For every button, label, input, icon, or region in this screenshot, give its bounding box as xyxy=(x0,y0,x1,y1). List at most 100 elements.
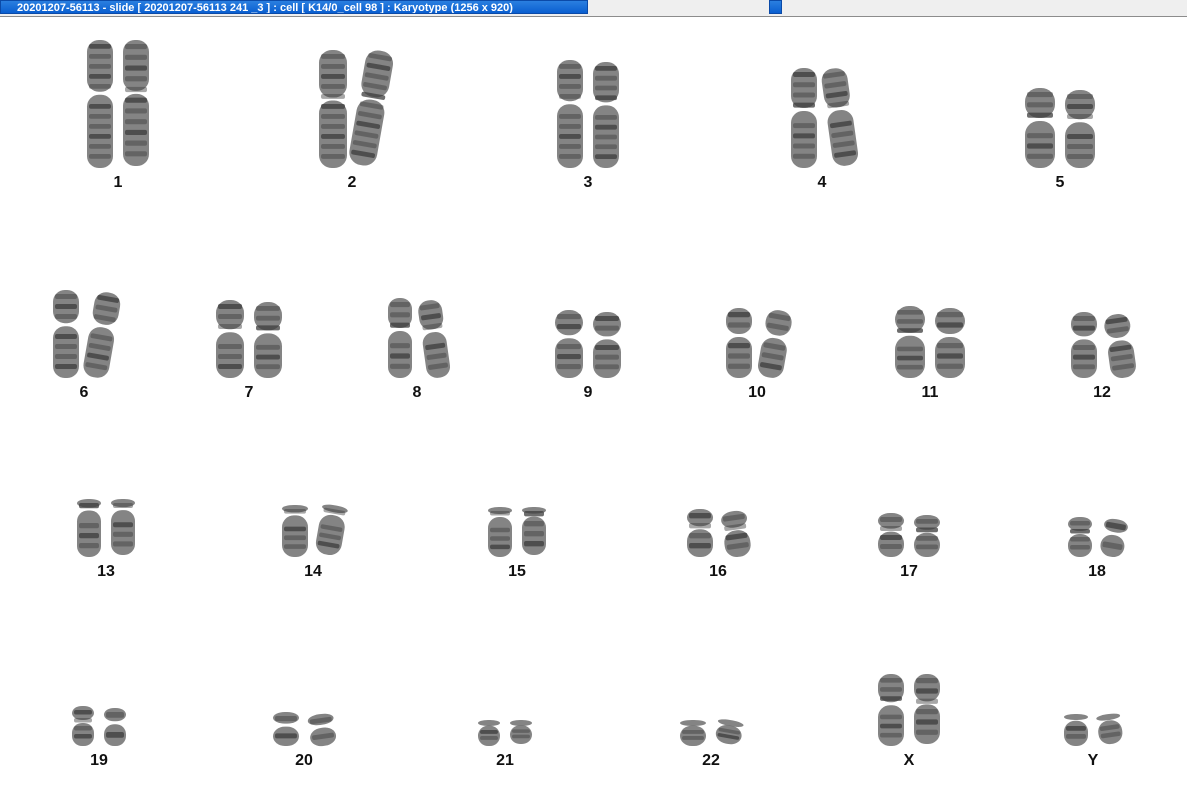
chromosome-pair[interactable]: 18 xyxy=(1056,515,1138,585)
chromatid-right xyxy=(1065,90,1095,168)
chromatid-right xyxy=(349,50,394,166)
chromosome-pair[interactable]: 8 xyxy=(376,296,458,406)
chromatid-right xyxy=(104,708,126,746)
chromosome-pair[interactable]: 5 xyxy=(1013,86,1107,196)
chromosome-pair[interactable]: 22 xyxy=(668,718,754,774)
chromatid-right xyxy=(914,674,940,744)
chromatid-left xyxy=(680,720,706,746)
chromosome-pair[interactable]: 3 xyxy=(545,58,631,196)
chromosome-pair[interactable]: 21 xyxy=(466,718,544,774)
chromosome-pair[interactable]: 4 xyxy=(779,66,865,196)
homolog-right xyxy=(83,292,121,378)
chromatid-left xyxy=(77,499,101,557)
chromosome-pair[interactable]: 17 xyxy=(866,511,952,585)
chromosome-pair-image xyxy=(273,712,337,747)
chromosome-pair-image xyxy=(680,719,744,746)
chromosome-pair[interactable]: 14 xyxy=(270,503,356,585)
chromosome-pair[interactable]: 9 xyxy=(543,308,633,406)
chromosome-pair[interactable]: 20 xyxy=(261,710,347,774)
chromatid-right xyxy=(757,310,792,378)
chromosome-pair[interactable]: 1 xyxy=(75,38,161,196)
chromosome-pair-image xyxy=(878,674,940,746)
chromatid-left xyxy=(87,40,113,168)
homolog-right xyxy=(123,40,149,166)
chromosome-pair-image xyxy=(53,290,121,378)
chromosome-pair-image xyxy=(726,308,792,378)
chromosome-label: 18 xyxy=(1088,563,1106,580)
chromatid-left xyxy=(1064,714,1088,746)
chromatid-left xyxy=(726,308,752,378)
homolog-right xyxy=(307,713,337,747)
scroll-thumb[interactable] xyxy=(769,0,782,14)
window-title-bar[interactable]: 20201207-56113 - slide [ 20201207-56113 … xyxy=(0,0,1187,17)
chromatid-right xyxy=(821,68,859,166)
chromosome-label: 19 xyxy=(90,752,108,769)
chromatid-left xyxy=(1071,312,1097,378)
window-title[interactable]: 20201207-56113 - slide [ 20201207-56113 … xyxy=(0,0,588,14)
homolog-right xyxy=(104,708,126,746)
homolog-right xyxy=(254,302,282,378)
chromatid-left xyxy=(557,60,583,168)
chromatid-left xyxy=(273,712,299,746)
homolog-right xyxy=(914,515,940,557)
chromosome-label: 9 xyxy=(583,384,593,401)
homolog-right xyxy=(593,62,619,168)
chromatid-left xyxy=(878,513,904,557)
homolog-right xyxy=(418,300,451,378)
chromosome-pair[interactable]: 15 xyxy=(476,505,558,585)
chromosome-pair[interactable]: 16 xyxy=(675,507,761,585)
karyogram-panel: 1 2 3 4 5 6 7 8 9 10 11 12 13 14 15 16 17 18 19 20 21 22 X Y xyxy=(0,17,1187,802)
chromatid-right xyxy=(593,312,621,378)
chromosome-pair-image xyxy=(77,499,135,557)
chromosome-label: 13 xyxy=(97,563,115,580)
homolog-right xyxy=(1100,518,1128,558)
chromatid-right xyxy=(418,300,451,378)
chromosome-label: 16 xyxy=(709,563,727,580)
chromosome-pair-image xyxy=(72,706,126,746)
chromatid-right xyxy=(111,499,135,555)
chromosome-pair[interactable]: 7 xyxy=(204,298,294,406)
chromatid-right xyxy=(522,507,546,555)
chromosome-pair-image xyxy=(1064,713,1123,746)
homolog-right xyxy=(522,507,546,555)
chromatid-right xyxy=(1100,518,1128,558)
homolog-right xyxy=(111,499,135,555)
chromosome-pair-image xyxy=(388,298,451,378)
chromosome-pair[interactable]: 19 xyxy=(60,704,138,774)
chromosome-pair-image xyxy=(216,300,282,378)
chromosome-label: 4 xyxy=(817,174,827,191)
chromatid-left xyxy=(687,509,713,557)
chromosome-pair-image xyxy=(878,513,940,557)
homolog-right xyxy=(1096,713,1123,745)
homolog-right xyxy=(935,308,965,378)
chromatid-left xyxy=(478,720,500,746)
chromosome-pair[interactable]: 12 xyxy=(1059,310,1145,406)
chromatid-left xyxy=(1068,517,1092,557)
chromosome-pair[interactable]: 13 xyxy=(65,497,147,585)
chromosome-label: 14 xyxy=(304,563,322,580)
chromatid-left xyxy=(488,507,512,557)
chromosome-pair[interactable]: 2 xyxy=(307,48,397,196)
chromosome-pair[interactable]: 6 xyxy=(41,288,127,406)
chromosome-label: 15 xyxy=(508,563,526,580)
chromosome-pair-image xyxy=(1025,88,1095,168)
chromatid-left xyxy=(388,298,412,378)
chromosome-label: Y xyxy=(1087,752,1099,769)
chromosome-pair-image xyxy=(687,509,751,558)
chromosome-pair[interactable]: Y xyxy=(1052,712,1134,774)
chromosome-pair[interactable]: 10 xyxy=(714,306,800,406)
homolog-right xyxy=(757,310,792,378)
chromatid-right xyxy=(1104,314,1136,378)
chromosome-pair-image xyxy=(87,40,149,168)
chromosome-pair[interactable]: X xyxy=(866,672,952,774)
chromatid-left xyxy=(319,50,347,168)
chromosome-label: 17 xyxy=(900,563,918,580)
chromosome-label: 22 xyxy=(702,752,720,769)
homolog-right xyxy=(510,720,532,744)
chromatid-right xyxy=(935,308,965,378)
homolog-right xyxy=(715,719,744,745)
chromatid-left xyxy=(791,68,817,168)
chromosome-pair[interactable]: 11 xyxy=(883,304,977,406)
homolog-right xyxy=(315,504,348,556)
chromatid-right xyxy=(307,713,337,747)
